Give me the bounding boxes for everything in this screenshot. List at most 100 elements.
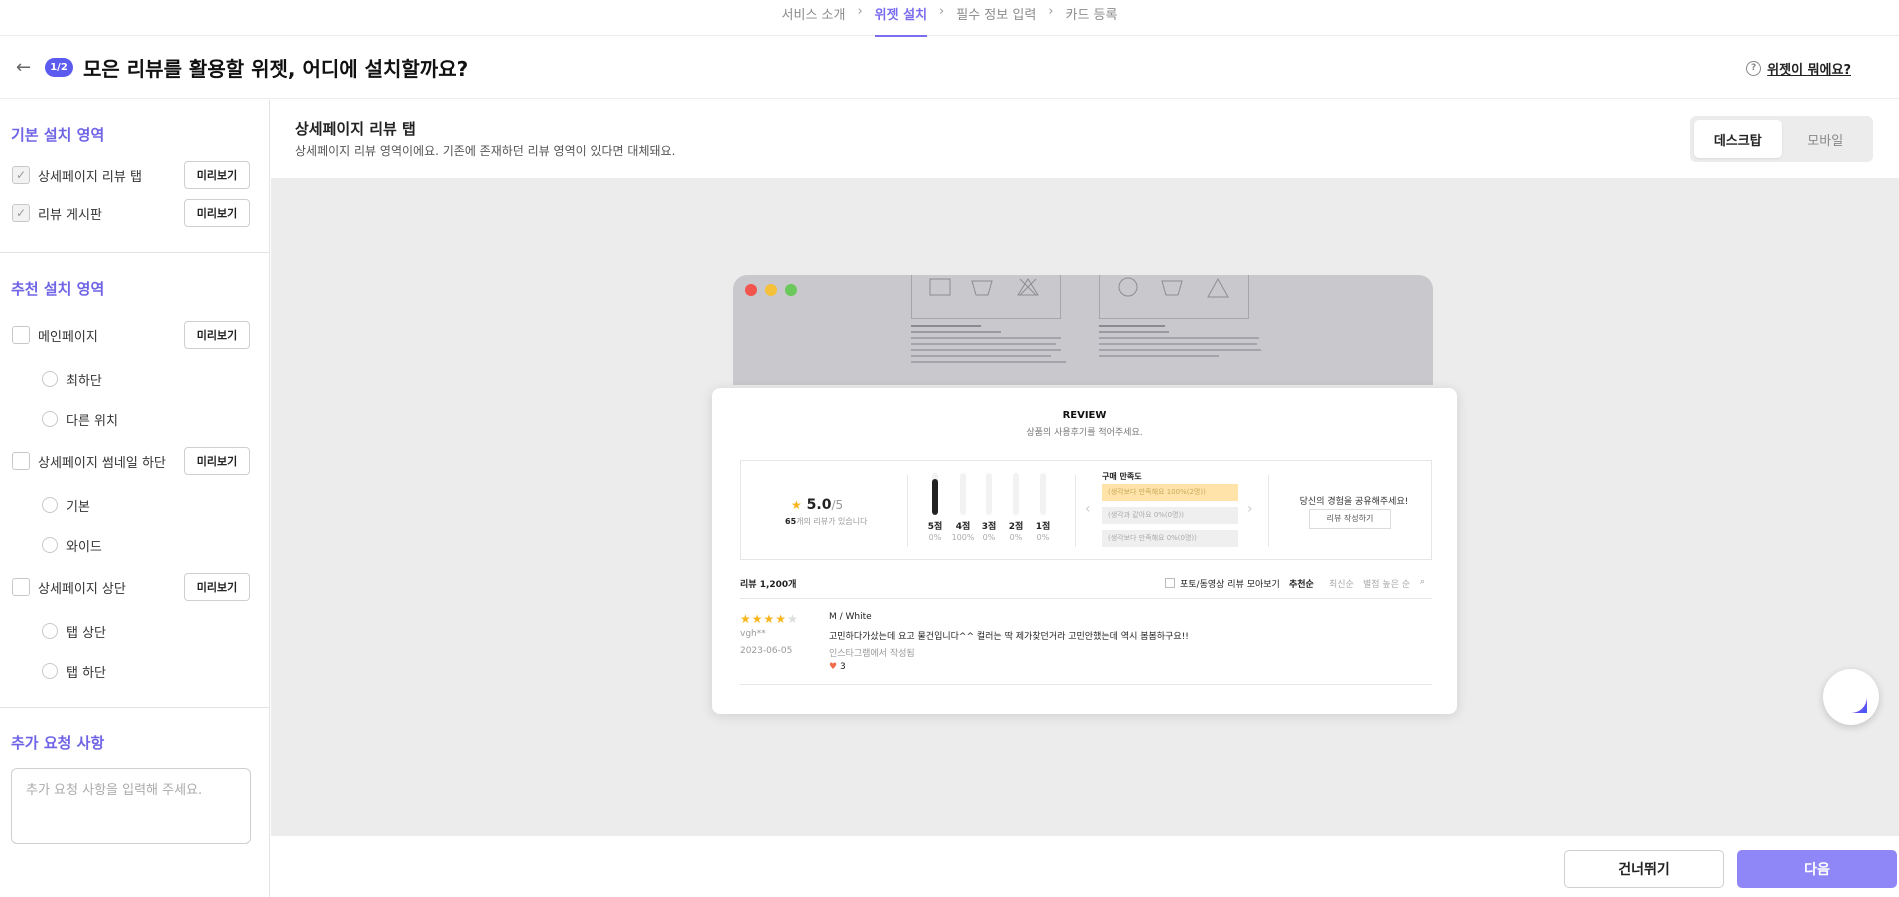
bar-percent: 0% — [1036, 533, 1050, 542]
star-icon: ★ — [791, 498, 802, 512]
step-widget-install[interactable]: 위젯 설치 — [874, 0, 928, 37]
radio-label: 와이드 — [66, 539, 102, 555]
option-label: 상세페이지 상단 — [38, 581, 126, 597]
footer: 건너뛰기 다음 — [271, 836, 1899, 897]
bar-percent: 0% — [1009, 533, 1023, 542]
step-card-register[interactable]: 카드 등록 — [1065, 0, 1117, 36]
radio-button[interactable] — [42, 537, 58, 553]
radio-default[interactable]: 기본 — [42, 495, 90, 515]
divider — [1075, 475, 1076, 547]
browser-mock — [733, 275, 1433, 385]
basic-section-title: 기본 설치 영역 — [11, 126, 105, 144]
step-intro[interactable]: 서비스 소개 — [782, 0, 846, 36]
radio-wide[interactable]: 와이드 — [42, 535, 102, 555]
checkbox-review-board[interactable]: ✓ — [12, 204, 30, 222]
care-label-icons — [929, 278, 1039, 296]
divider — [0, 707, 270, 708]
score-value: 5.0 — [806, 497, 832, 513]
star-icon: ★ — [763, 612, 776, 626]
step-required-info[interactable]: 필수 정보 입력 — [956, 0, 1036, 36]
sort-latest[interactable]: 최신순 — [1329, 577, 1354, 590]
skip-button[interactable]: 건너뛰기 — [1564, 850, 1724, 888]
device-toggle: 데스크탑 모바일 — [1690, 116, 1873, 162]
help-link[interactable]: ? 위젯이 뭐에요? — [1746, 59, 1851, 78]
next-button[interactable]: 다음 — [1737, 850, 1897, 888]
write-review-button[interactable]: 리뷰 작성하기 — [1309, 509, 1391, 529]
chevron-right-icon[interactable]: › — [1247, 501, 1253, 517]
recommend-section-title: 추천 설치 영역 — [11, 280, 105, 298]
search-icon[interactable]: ⌕ — [1420, 577, 1425, 587]
page-header: ← 1/2 모은 리뷰를 활용할 위젯, 어디에 설치할까요? ? 위젯이 뭐에… — [0, 37, 1899, 99]
bar-label: 4점 — [955, 522, 971, 532]
radio-tab-top[interactable]: 탭 상단 — [42, 621, 106, 641]
extra-section-title: 추가 요청 사항 — [11, 734, 105, 752]
mock-text-lines-2 — [1099, 325, 1261, 357]
photo-filter-checkbox[interactable] — [1165, 578, 1175, 588]
preview-button[interactable]: 미리보기 — [184, 161, 250, 189]
chevron-right-icon: › — [1048, 4, 1054, 19]
window-minimize-dot — [765, 284, 777, 296]
review-widget-card: REVIEW 상품의 사용후기를 적어주세요. ★ 5.0/5 65개의 리뷰가… — [712, 388, 1457, 714]
review-source: 인스타그램에서 작성됨 — [829, 649, 915, 659]
satisfaction-item: (생각보다 만족해요 100%(2명)) — [1102, 484, 1238, 501]
checkbox-main-page[interactable] — [12, 326, 30, 344]
sort-rating[interactable]: 별점 높은 순 — [1363, 577, 1410, 590]
main-title: 상세페이지 리뷰 탭 — [295, 120, 416, 138]
radio-button[interactable] — [42, 411, 58, 427]
radio-button[interactable] — [42, 371, 58, 387]
main-header: 상세페이지 리뷰 탭 상세페이지 리뷰 영역이에요. 기존에 존재하던 리뷰 영… — [271, 100, 1899, 178]
stepper: 서비스 소개 › 위젯 설치 › 필수 정보 입력 › 카드 등록 — [0, 0, 1899, 37]
chevron-left-icon[interactable]: ‹ — [1085, 501, 1091, 517]
checkbox-detail-review-tab[interactable]: ✓ — [12, 166, 30, 184]
preview-button[interactable]: 미리보기 — [184, 447, 250, 475]
checkbox-thumbnail-bottom[interactable] — [12, 452, 30, 470]
bar-track — [1013, 473, 1019, 515]
score-max: /5 — [831, 498, 844, 512]
radio-button[interactable] — [42, 623, 58, 639]
chat-logo-icon — [1835, 681, 1867, 713]
radio-label: 탭 상단 — [66, 625, 107, 641]
radio-tab-bottom[interactable]: 탭 하단 — [42, 661, 106, 681]
radio-other-position[interactable]: 다른 위치 — [42, 409, 118, 429]
radio-label: 기본 — [66, 499, 90, 515]
preview-button[interactable]: 미리보기 — [184, 573, 250, 601]
chat-button[interactable] — [1823, 669, 1879, 725]
radio-label: 다른 위치 — [66, 413, 118, 429]
review-total-count: 리뷰 1,200개 — [740, 580, 797, 590]
bar-label: 3점 — [981, 522, 997, 532]
divider — [740, 598, 1432, 599]
stepper-steps: 서비스 소개 › 위젯 설치 › 필수 정보 입력 › 카드 등록 — [782, 0, 1117, 37]
review-like[interactable]: ♥ 3 — [829, 662, 846, 672]
review-option: M / White — [829, 612, 872, 622]
radio-label: 최하단 — [66, 373, 102, 389]
step-badge: 1/2 — [45, 58, 73, 77]
page-title: 모은 리뷰를 활용할 위젯, 어디에 설치할까요? — [83, 57, 469, 81]
toggle-desktop[interactable]: 데스크탑 — [1694, 120, 1782, 158]
back-arrow-icon[interactable]: ← — [16, 59, 34, 77]
photo-filter-label: 포토/동영상 리뷰 모아보기 — [1180, 580, 1280, 590]
review-widget-title: REVIEW — [1062, 410, 1107, 421]
rating-bar-5: 5점 0% — [921, 473, 949, 542]
divider — [0, 252, 270, 253]
review-count-text: 개의 리뷰가 있습니다 — [796, 517, 868, 526]
preview-button[interactable]: 미리보기 — [184, 321, 250, 349]
preview-button[interactable]: 미리보기 — [184, 199, 250, 227]
review-summary: ★ 5.0/5 65개의 리뷰가 있습니다 5점 0% 4점 100% 3점 0… — [740, 460, 1432, 560]
rating-bar-2: 2점 0% — [1002, 473, 1030, 542]
checkbox-detail-top[interactable] — [12, 578, 30, 596]
toggle-mobile[interactable]: 모바일 — [1782, 120, 1870, 158]
radio-button[interactable] — [42, 663, 58, 679]
extra-request-input[interactable] — [11, 768, 251, 844]
option-detail-review-tab: ✓ 상세페이지 리뷰 탭 미리보기 — [12, 161, 250, 189]
review-count-number: 65 — [785, 517, 797, 526]
radio-button[interactable] — [42, 497, 58, 513]
option-main-page: 메인페이지 미리보기 — [12, 321, 250, 349]
radio-bottom-most[interactable]: 최하단 — [42, 369, 102, 389]
review-like-count: 3 — [839, 662, 846, 672]
option-thumbnail-bottom: 상세페이지 썸네일 하단 미리보기 — [12, 447, 250, 475]
review-text: 고민하다가샀는데 요고 물건입니다^^ 컬러는 딱 제가찾던거라 고민안했는데 … — [829, 632, 1189, 642]
help-link-label[interactable]: 위젯이 뭐에요? — [1767, 59, 1851, 78]
satisfaction-item: (생각과 같아요 0%(0명)) — [1102, 507, 1238, 524]
review-widget-subtitle: 상품의 사용후기를 적어주세요. — [1026, 428, 1143, 438]
sort-recommended[interactable]: 추천순 — [1289, 577, 1314, 590]
